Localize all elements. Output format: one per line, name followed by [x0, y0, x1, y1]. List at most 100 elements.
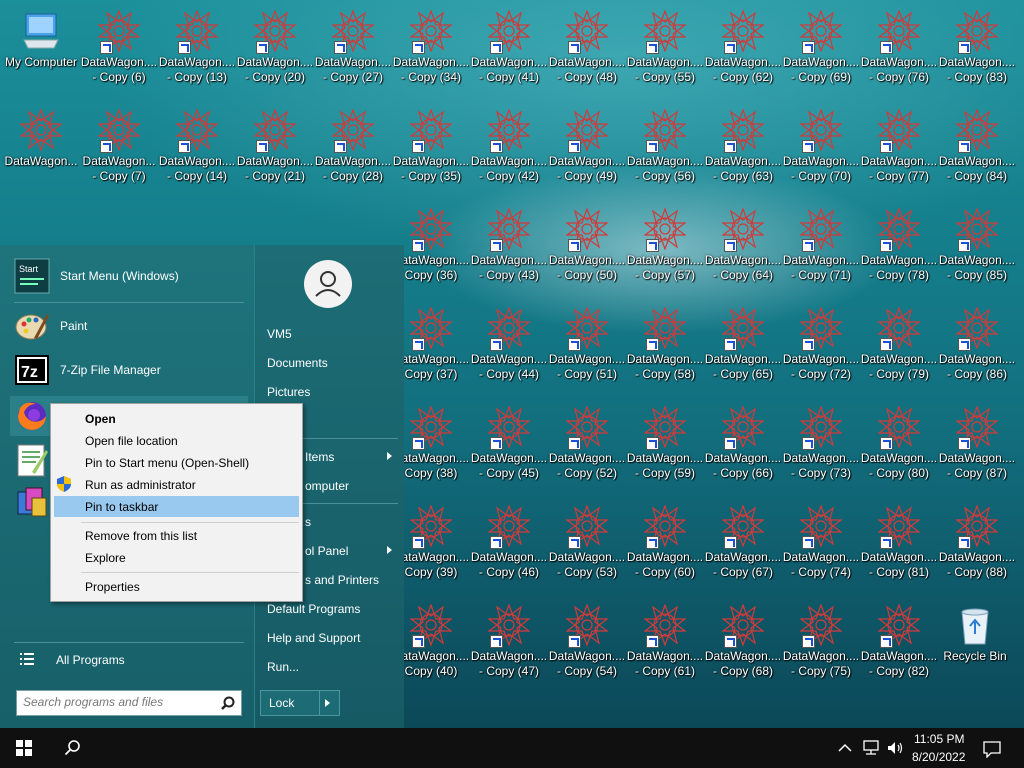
place-user[interactable]: VM5 [267, 327, 292, 341]
desktop-icon-datawagon-copy[interactable]: DataWagon.... - Copy (51) [548, 297, 626, 396]
place-network[interactable]: s [305, 515, 311, 529]
desktop-icon-datawagon-copy[interactable]: DataWagon.... - Copy (43) [470, 198, 548, 297]
place-help-support[interactable]: Help and Support [267, 631, 360, 645]
place-pictures[interactable]: Pictures [267, 385, 310, 399]
desktop-icon-datawagon-copy[interactable]: DataWagon.... - Copy (73) [782, 396, 860, 495]
place-default-programs[interactable]: Default Programs [267, 602, 360, 616]
desktop-icon-datawagon-copy[interactable]: DataWagon.... - Copy (75) [782, 594, 860, 693]
desktop-icon-datawagon-copy[interactable]: DataWagon.... - Copy (48) [548, 0, 626, 99]
desktop-icon-datawagon-copy[interactable]: DataWagon.... - Copy (81) [860, 495, 938, 594]
desktop-icon-datawagon-copy[interactable]: DataWagon.... - Copy (56) [626, 99, 704, 198]
place-recent-items[interactable]: Items [305, 450, 334, 464]
ctx-pin-taskbar[interactable]: Pin to taskbar [85, 500, 158, 514]
desktop-icon-datawagon-copy[interactable]: DataWagon.... - Copy (69) [782, 0, 860, 99]
desktop-icon-datawagon-copy[interactable]: DataWagon.... - Copy (83) [938, 0, 1016, 99]
ctx-explore[interactable]: Explore [85, 551, 126, 565]
desktop-icon-datawagon-copy[interactable]: DataWagon.... - Copy (78) [860, 198, 938, 297]
place-computer[interactable]: omputer [305, 479, 349, 493]
desktop-icon-datawagon-copy[interactable]: DataWagon.... - Copy (28) [314, 99, 392, 198]
desktop-icon-datawagon-copy[interactable]: DataWagon.... - Copy (21) [236, 99, 314, 198]
desktop-icon-datawagon-copy[interactable]: DataWagon.... - Copy (74) [782, 495, 860, 594]
place-control-panel[interactable]: ol Panel [305, 544, 348, 558]
desktop-icon-datawagon[interactable]: DataWagon... [2, 99, 80, 198]
desktop-icon-datawagon-copy[interactable]: DataWagon.... - Copy (45) [470, 396, 548, 495]
desktop-icon-datawagon-copy[interactable]: DataWagon.... - Copy (58) [626, 297, 704, 396]
place-documents[interactable]: Documents [267, 356, 328, 370]
action-center-icon[interactable] [983, 740, 1001, 759]
all-programs-button[interactable]: All Programs [14, 648, 246, 672]
desktop-icon-recycle-bin[interactable]: Recycle Bin [936, 594, 1014, 693]
desktop-icon-datawagon-copy[interactable]: DataWagon.... - Copy (87) [938, 396, 1016, 495]
desktop-icon-datawagon-copy[interactable]: DataWagon.... - Copy (72) [782, 297, 860, 396]
desktop-icon-datawagon-copy[interactable]: DataWagon.... - Copy (42) [470, 99, 548, 198]
program-7zip[interactable]: 7z 7-Zip File Manager [14, 352, 246, 388]
desktop-icon-datawagon-copy[interactable]: DataWagon.... - Copy (34) [392, 0, 470, 99]
network-icon[interactable] [862, 740, 880, 756]
desktop-icon-datawagon-copy[interactable]: DataWagon.... - Copy (55) [626, 0, 704, 99]
shortcut-arrow-icon [568, 536, 581, 549]
desktop-icon-datawagon-copy[interactable]: DataWagon.... - Copy (50) [548, 198, 626, 297]
desktop-icon-datawagon-copy[interactable]: DataWagon.... - Copy (86) [938, 297, 1016, 396]
desktop-icon-datawagon-copy[interactable]: DataWagon.... - Copy (47) [470, 594, 548, 693]
desktop-icon-datawagon-copy[interactable]: DataWagon.... - Copy (60) [626, 495, 704, 594]
desktop-icon-datawagon-copy[interactable]: DataWagon.... - Copy (61) [626, 594, 704, 693]
desktop-icon-my-computer[interactable]: My Computer [2, 0, 80, 99]
ctx-run-as-admin[interactable]: Run as administrator [85, 478, 196, 492]
desktop-icon-datawagon-copy[interactable]: DataWagon... - Copy (7) [80, 99, 158, 198]
desktop-icon-datawagon-copy[interactable]: DataWagon.... - Copy (54) [548, 594, 626, 693]
desktop-icon-datawagon-copy[interactable]: DataWagon.... - Copy (82) [860, 594, 938, 693]
clock-date[interactable]: 8/20/2022 [912, 750, 965, 764]
program-paint[interactable]: Paint [14, 308, 246, 344]
ctx-pin-start[interactable]: Pin to Start menu (Open-Shell) [85, 456, 249, 470]
desktop-icon-datawagon-copy[interactable]: DataWagon.... - Copy (27) [314, 0, 392, 99]
desktop-icon-datawagon-copy[interactable]: DataWagon.... - Copy (88) [938, 495, 1016, 594]
desktop-icon-datawagon-copy[interactable]: DataWagon.... - Copy (64) [704, 198, 782, 297]
chevron-up-icon[interactable] [838, 742, 852, 752]
desktop-icon-datawagon-copy[interactable]: DataWagon.... - Copy (67) [704, 495, 782, 594]
desktop-icon-datawagon-copy[interactable]: DataWagon.... - Copy (62) [704, 0, 782, 99]
desktop-icon-datawagon-copy[interactable]: DataWagon.... - Copy (13) [158, 0, 236, 99]
desktop-icon-datawagon-copy[interactable]: DataWagon.... - Copy (41) [470, 0, 548, 99]
ctx-open[interactable]: Open [85, 412, 116, 426]
ctx-remove-from-list[interactable]: Remove from this list [85, 529, 197, 543]
clock-time[interactable]: 11:05 PM [914, 732, 964, 746]
volume-icon[interactable] [886, 740, 904, 756]
ctx-properties[interactable]: Properties [85, 580, 140, 594]
desktop-icon-datawagon-copy[interactable]: DataWagon.... - Copy (71) [782, 198, 860, 297]
desktop-icon-datawagon-copy[interactable]: DataWagon.... - Copy (53) [548, 495, 626, 594]
user-avatar[interactable] [304, 260, 352, 308]
desktop-icon-datawagon-copy[interactable]: DataWagon.... - Copy (44) [470, 297, 548, 396]
desktop-icon-datawagon-copy[interactable]: DataWagon.... - Copy (84) [938, 99, 1016, 198]
desktop-icon-datawagon-copy[interactable]: DataWagon.... - Copy (80) [860, 396, 938, 495]
lock-button[interactable]: Lock [260, 690, 340, 716]
taskbar-search-icon[interactable] [64, 739, 82, 757]
desktop-icon-datawagon-copy[interactable]: DataWagon.... - Copy (57) [626, 198, 704, 297]
desktop-icon-datawagon-copy[interactable]: DataWagon.... - Copy (46) [470, 495, 548, 594]
search-input[interactable] [17, 691, 219, 713]
desktop-icon-datawagon-copy[interactable]: DataWagon.... - Copy (6) [80, 0, 158, 99]
desktop-icon-datawagon-copy[interactable]: DataWagon.... - Copy (63) [704, 99, 782, 198]
desktop-icon-datawagon-copy[interactable]: DataWagon.... - Copy (79) [860, 297, 938, 396]
desktop-icon-datawagon-copy[interactable]: DataWagon.... - Copy (52) [548, 396, 626, 495]
desktop-icon-datawagon-copy[interactable]: DataWagon.... - Copy (65) [704, 297, 782, 396]
place-devices-printers[interactable]: s and Printers [305, 573, 379, 587]
windows-start-icon[interactable] [16, 740, 32, 756]
desktop-icon-datawagon-copy[interactable]: DataWagon.... - Copy (35) [392, 99, 470, 198]
desktop-icon-datawagon-copy[interactable]: DataWagon.... - Copy (76) [860, 0, 938, 99]
desktop-icon-datawagon-copy[interactable]: DataWagon.... - Copy (14) [158, 99, 236, 198]
datawagon-icon [956, 109, 998, 153]
ctx-open-file-location[interactable]: Open file location [85, 434, 178, 448]
shortcut-arrow-icon [802, 41, 815, 54]
desktop-icon-datawagon-copy[interactable]: DataWagon.... - Copy (20) [236, 0, 314, 99]
desktop-icon-datawagon-copy[interactable]: DataWagon.... - Copy (77) [860, 99, 938, 198]
desktop-icon-datawagon-copy[interactable]: DataWagon.... - Copy (49) [548, 99, 626, 198]
desktop-icon-datawagon-copy[interactable]: DataWagon.... - Copy (68) [704, 594, 782, 693]
place-run[interactable]: Run... [267, 660, 299, 674]
desktop-icon-datawagon-copy[interactable]: DataWagon.... - Copy (59) [626, 396, 704, 495]
program-start-menu-windows[interactable]: Start Start Menu (Windows) [14, 258, 246, 294]
desktop-icon-datawagon-copy[interactable]: DataWagon.... - Copy (70) [782, 99, 860, 198]
desktop-icon-datawagon-copy[interactable]: DataWagon.... - Copy (85) [938, 198, 1016, 297]
desktop-icon-datawagon-copy[interactable]: DataWagon.... - Copy (66) [704, 396, 782, 495]
lock-arrow-icon[interactable] [325, 699, 330, 707]
search-icon[interactable] [221, 696, 235, 710]
